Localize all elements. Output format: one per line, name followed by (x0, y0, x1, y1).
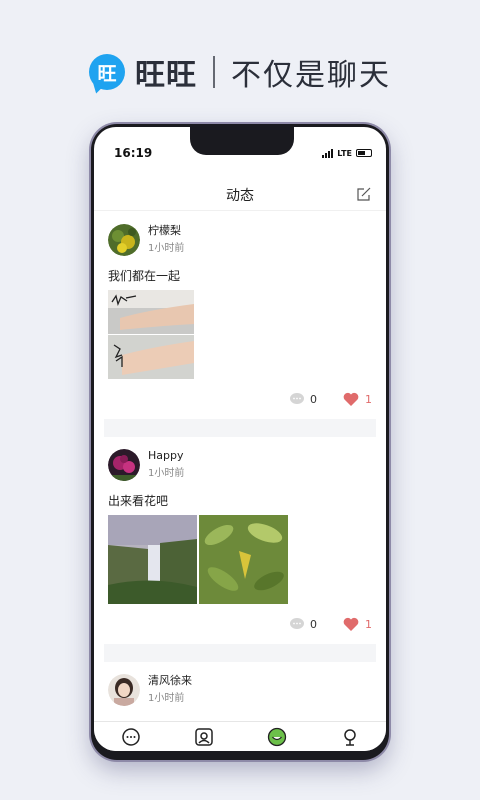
post-time: 1小时前 (148, 468, 185, 479)
post-photo[interactable] (199, 515, 288, 604)
post-photo[interactable] (108, 335, 194, 379)
post-meta: 清风徐来 1小时前 (148, 674, 192, 706)
comment-count: 0 (310, 617, 317, 631)
smiley-moments-icon (267, 727, 286, 746)
post-header: 清风徐来 1小时前 (108, 674, 372, 706)
phone-frame: 16:19 LTE 动态 柠檬梨 1小时前 我们都在一起 0 1 Happy 1… (91, 124, 389, 760)
avatar[interactable] (108, 449, 140, 481)
comment-count: 0 (310, 392, 317, 406)
like-button[interactable]: 1 (343, 392, 372, 406)
feed-post: Happy 1小时前 出来看花吧 0 1 (94, 437, 386, 644)
comment-button[interactable]: 0 (290, 618, 317, 631)
post-header: Happy 1小时前 (108, 449, 372, 481)
post-time: 1小时前 (148, 243, 185, 254)
post-text: 出来看花吧 (108, 494, 169, 508)
avatar[interactable] (108, 224, 140, 256)
comment-icon (290, 618, 304, 629)
slogan: 不仅是聊天 (231, 58, 391, 93)
like-count: 1 (365, 617, 372, 631)
network-type: LTE (337, 148, 352, 158)
post-photo[interactable] (108, 515, 197, 604)
like-button[interactable]: 1 (343, 617, 372, 631)
comment-button[interactable]: 0 (290, 393, 317, 406)
post-meta: Happy 1小时前 (148, 449, 184, 481)
post-photo[interactable] (108, 290, 194, 334)
post-header: 柠檬梨 1小时前 (108, 224, 372, 256)
avatar[interactable] (108, 674, 140, 706)
post-text: 我们都在一起 (108, 269, 181, 283)
heart-icon (343, 392, 359, 406)
app-logo: 旺 (89, 54, 125, 90)
post-time: 1小时前 (148, 693, 185, 704)
bottom-tab-bar (94, 721, 386, 751)
post-author[interactable]: 清风徐来 (148, 674, 192, 688)
signal-icon (322, 148, 334, 158)
status-indicators: LTE (322, 148, 372, 158)
post-actions: 0 1 (108, 614, 372, 634)
chat-bubble-icon (121, 727, 140, 746)
post-separator (104, 644, 376, 662)
status-bar: 16:19 LTE (94, 127, 386, 179)
feed-post: 柠檬梨 1小时前 我们都在一起 0 1 (94, 212, 386, 419)
profile-person-icon (343, 728, 356, 746)
tab-messages[interactable] (120, 726, 142, 748)
post-photos (108, 515, 372, 604)
promo-banner: 旺 旺旺 不仅是聊天 (0, 52, 480, 93)
post-photos (108, 290, 372, 379)
post-separator (104, 419, 376, 437)
app-header: 动态 (94, 179, 386, 211)
feed-list[interactable]: 柠檬梨 1小时前 我们都在一起 0 1 Happy 1小时前 出来看花吧 0 1… (94, 212, 386, 722)
heart-icon (343, 617, 359, 631)
post-author[interactable]: Happy (148, 449, 184, 463)
status-time: 16:19 (114, 146, 153, 160)
page-title: 动态 (226, 187, 254, 204)
tab-contacts[interactable] (193, 726, 215, 748)
tab-moments[interactable] (266, 726, 288, 748)
app-name: 旺旺 (135, 58, 197, 93)
post-author[interactable]: 柠檬梨 (148, 224, 184, 238)
edit-icon[interactable] (356, 186, 372, 202)
battery-icon (356, 149, 372, 157)
feed-post: 清风徐来 1小时前 (94, 662, 386, 716)
post-actions: 0 1 (108, 389, 372, 409)
post-meta: 柠檬梨 1小时前 (148, 224, 184, 256)
contacts-card-icon (194, 727, 213, 746)
tab-profile[interactable] (339, 726, 361, 748)
phone-screen: 16:19 LTE 动态 柠檬梨 1小时前 我们都在一起 0 1 Happy 1… (94, 127, 386, 751)
comment-icon (290, 393, 304, 404)
like-count: 1 (365, 392, 372, 406)
divider (213, 56, 215, 88)
